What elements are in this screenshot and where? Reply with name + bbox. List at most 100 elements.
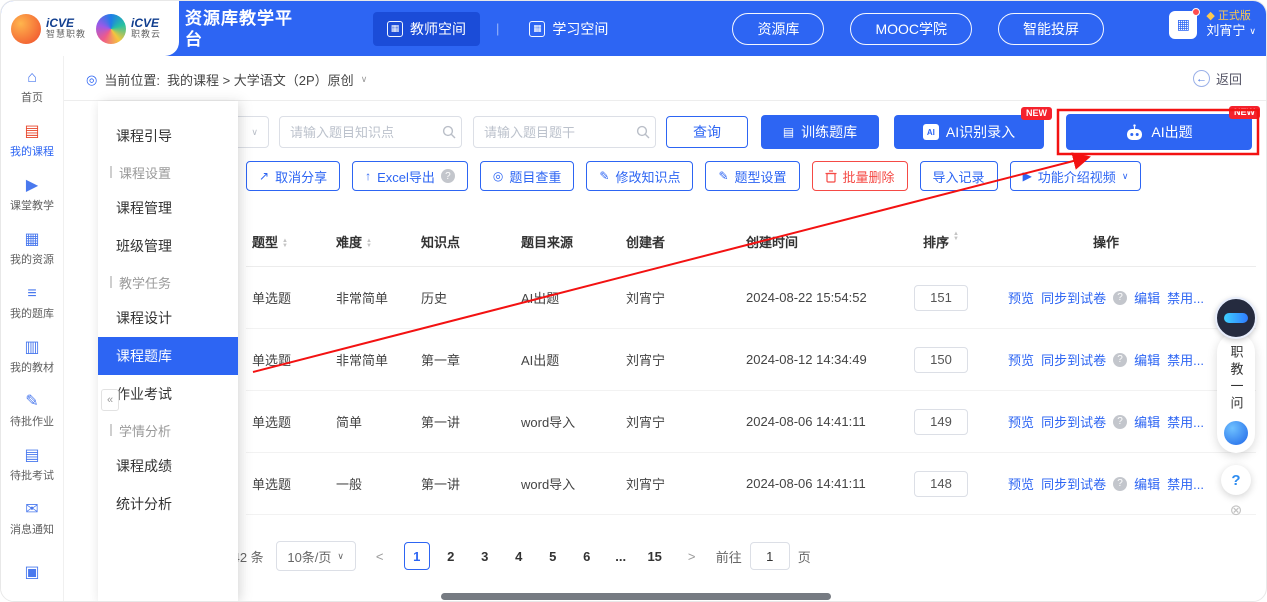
- sync-to-paper-link[interactable]: 同步到试卷: [1041, 412, 1106, 431]
- assistant-card[interactable]: 职教一问: [1217, 333, 1255, 453]
- new-badge: NEW: [1021, 107, 1052, 120]
- close-icon[interactable]: ⊗: [1230, 503, 1243, 518]
- back-button[interactable]: ← 返回: [1193, 69, 1242, 88]
- order-input[interactable]: [914, 347, 968, 373]
- sidebar-item-pending-exams[interactable]: ▤ 待批考试: [1, 438, 64, 492]
- sidebar-item-my-question-bank[interactable]: ≡ 我的题库: [1, 276, 64, 330]
- edit-link[interactable]: 编辑: [1134, 288, 1160, 307]
- menu-item-course-question-bank[interactable]: 课程题库: [98, 337, 238, 375]
- username: 刘宵宁: [1206, 23, 1245, 40]
- next-page-button[interactable]: >: [680, 542, 704, 570]
- menu-item-course-design[interactable]: 课程设计: [98, 299, 238, 337]
- header-pill-nav: 资源库 MOOC学院 智能投屏: [732, 13, 1104, 45]
- nav-resource-library[interactable]: 资源库: [732, 13, 824, 45]
- menu-item-course-guide[interactable]: 课程引导: [98, 117, 238, 155]
- menu-collapse-button[interactable]: «: [101, 389, 119, 411]
- sync-to-paper-link[interactable]: 同步到试卷: [1041, 474, 1106, 493]
- sidebar-item-my-courses[interactable]: ▤ 我的课程: [1, 114, 64, 168]
- preview-link[interactable]: 预览: [1008, 474, 1034, 493]
- menu-item-homework-exams[interactable]: 作业考试: [98, 375, 238, 413]
- nav-teacher-space[interactable]: ▦ 教师空间: [373, 12, 480, 46]
- menu-item-class-management[interactable]: 班级管理: [98, 227, 238, 265]
- intro-video-button[interactable]: ▶ 功能介绍视频 ∨: [1010, 161, 1142, 191]
- page-ellipsis[interactable]: ...: [608, 542, 634, 570]
- course-dropdown-caret-icon[interactable]: ∨: [361, 74, 368, 85]
- horizontal-scrollbar[interactable]: [441, 593, 831, 600]
- search-icon[interactable]: [636, 125, 650, 139]
- query-button[interactable]: 查询: [666, 116, 748, 148]
- disable-link[interactable]: 禁用...: [1167, 288, 1204, 307]
- edit-knowledge-button[interactable]: ✎ 修改知识点: [586, 161, 693, 191]
- edit-link[interactable]: 编辑: [1134, 474, 1160, 493]
- page-button-15[interactable]: 15: [642, 542, 668, 570]
- sidebar-item-home[interactable]: ⌂ 首页: [1, 60, 64, 114]
- help-button[interactable]: ?: [1221, 465, 1251, 495]
- goto-page-input[interactable]: [750, 542, 790, 570]
- sidebar-item-partial[interactable]: ▣: [1, 546, 64, 600]
- order-input[interactable]: [914, 409, 968, 435]
- duplicate-check-button[interactable]: ◎ 题目查重: [480, 161, 575, 191]
- user-menu[interactable]: 刘宵宁 ∨: [1206, 23, 1256, 40]
- sync-to-paper-link[interactable]: 同步到试卷: [1041, 350, 1106, 369]
- col-header-difficulty[interactable]: 难度▲▼: [336, 232, 421, 251]
- assistant-robot-icon[interactable]: [1215, 297, 1257, 339]
- page-button-2[interactable]: 2: [438, 542, 464, 570]
- training-bank-button[interactable]: ▤ 训练题库: [761, 115, 879, 149]
- batch-delete-button[interactable]: 批量删除: [812, 161, 908, 191]
- cancel-share-button[interactable]: ↗ 取消分享: [246, 161, 340, 191]
- sidebar-item-classroom-teaching[interactable]: ▶ 课堂教学: [1, 168, 64, 222]
- help-icon[interactable]: ?: [1113, 353, 1127, 367]
- ai-recognition-button[interactable]: AI AI识别录入 NEW: [894, 115, 1044, 149]
- help-icon[interactable]: ?: [1113, 291, 1127, 305]
- menu-item-statistics[interactable]: 统计分析: [98, 485, 238, 523]
- app-grid-icon[interactable]: ▦: [1169, 11, 1197, 39]
- preview-link[interactable]: 预览: [1008, 350, 1034, 369]
- excel-export-button[interactable]: ↑ Excel导出 ?: [352, 161, 468, 191]
- sync-to-paper-link[interactable]: 同步到试卷: [1041, 288, 1106, 307]
- page-size-select[interactable]: 10条/页 ∨: [276, 541, 356, 571]
- order-input[interactable]: [914, 285, 968, 311]
- sidebar-item-pending-homework[interactable]: ✎ 待批作业: [1, 384, 64, 438]
- prev-page-button[interactable]: <: [368, 542, 392, 570]
- page-button-1[interactable]: 1: [404, 542, 430, 570]
- cell-knowledge: 历史: [421, 288, 521, 307]
- edit-link[interactable]: 编辑: [1134, 412, 1160, 431]
- home-icon: ⌂: [27, 70, 37, 86]
- disable-link[interactable]: 禁用...: [1167, 412, 1204, 431]
- nav-learning-space[interactable]: ▦ 学习空间: [515, 12, 622, 46]
- cell-type: 单选题: [246, 412, 336, 431]
- menu-item-course-grades[interactable]: 课程成绩: [98, 447, 238, 485]
- col-header-order[interactable]: 排序▲▼: [896, 232, 986, 251]
- sidebar-item-notifications[interactable]: ✉ 消息通知: [1, 492, 64, 546]
- import-record-button[interactable]: 导入记录: [920, 161, 998, 191]
- page-button-3[interactable]: 3: [472, 542, 498, 570]
- page-button-4[interactable]: 4: [506, 542, 532, 570]
- type-setting-button[interactable]: ✎ 题型设置: [705, 161, 799, 191]
- knowledge-point-input[interactable]: [279, 116, 462, 148]
- sidebar-item-my-textbooks[interactable]: ▥ 我的教材: [1, 330, 64, 384]
- order-input[interactable]: [914, 471, 968, 497]
- menu-item-course-management[interactable]: 课程管理: [98, 189, 238, 227]
- page-button-5[interactable]: 5: [540, 542, 566, 570]
- breadcrumb-path[interactable]: 我的课程 > 大学语文（2P）原创: [167, 70, 354, 89]
- search-icon[interactable]: [442, 125, 456, 139]
- sort-icon[interactable]: ▲▼: [282, 239, 288, 249]
- sort-icon[interactable]: ▲▼: [953, 232, 959, 251]
- preview-link[interactable]: 预览: [1008, 412, 1034, 431]
- edit-link[interactable]: 编辑: [1134, 350, 1160, 369]
- disable-link[interactable]: 禁用...: [1167, 350, 1204, 369]
- disable-link[interactable]: 禁用...: [1167, 474, 1204, 493]
- nav-mooc-academy[interactable]: MOOC学院: [850, 13, 972, 45]
- question-stem-input[interactable]: [473, 116, 656, 148]
- ai-generate-button[interactable]: AI出题 NEW: [1066, 114, 1252, 150]
- help-icon[interactable]: ?: [1113, 477, 1127, 491]
- cell-order: [896, 471, 986, 497]
- page-button-6[interactable]: 6: [574, 542, 600, 570]
- nav-smart-casting[interactable]: 智能投屏: [998, 13, 1104, 45]
- sidebar-item-my-resources[interactable]: ▦ 我的资源: [1, 222, 64, 276]
- help-icon[interactable]: ?: [1113, 415, 1127, 429]
- cell-knowledge: 第一讲: [421, 474, 521, 493]
- col-header-type[interactable]: 题型▲▼: [246, 232, 336, 251]
- preview-link[interactable]: 预览: [1008, 288, 1034, 307]
- sort-icon[interactable]: ▲▼: [366, 239, 372, 249]
